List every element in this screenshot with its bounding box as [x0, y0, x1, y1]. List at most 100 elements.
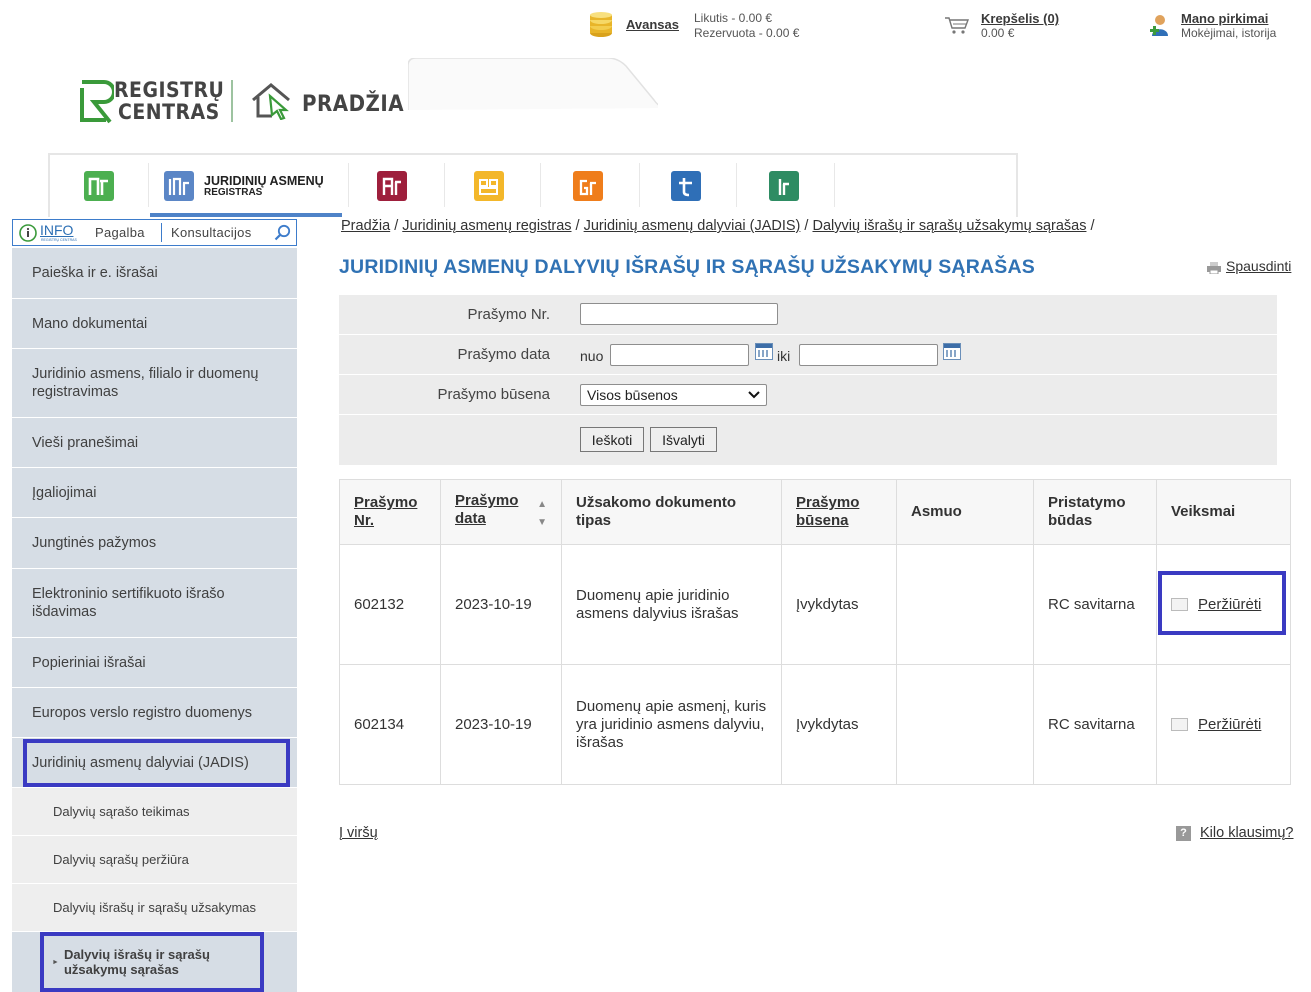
user-plus-icon — [1150, 14, 1172, 38]
home-label: PRADŽIA — [302, 92, 405, 117]
purchases-sub: Mokėjimai, istorija — [1181, 26, 1277, 40]
cell-delivery: RC savitarna — [1033, 664, 1157, 785]
filter-row-date: Prašymo data nuo iki — [339, 335, 1277, 375]
col-request-date[interactable]: ▲ ▼ Prašymo data — [440, 479, 562, 545]
sort-icon: ▲ ▼ — [537, 499, 547, 528]
question-icon: ? — [1176, 825, 1191, 841]
col-request-no[interactable]: Prašymo Nr. — [339, 479, 441, 545]
from-label: nuo — [580, 348, 604, 364]
calendar-icon[interactable] — [755, 343, 773, 360]
date-from-input[interactable] — [610, 344, 749, 366]
nt-icon — [88, 177, 108, 195]
results-table: Prašymo Nr. ▲ ▼ Prašymo data Užsakomo dokume… — [339, 479, 1291, 785]
tab-separator — [834, 163, 835, 207]
logo-divider — [231, 80, 233, 122]
table-row: 602134 2023-10-19 Duomenų apie asmenį, k… — [339, 664, 1291, 785]
filter-row-status: Prašymo būsena Visos būsenos — [339, 375, 1277, 415]
col-doc-type: Užsakomo dokumento tipas — [561, 479, 782, 545]
registru-centras-logo[interactable]: REGISTRŲ CENTRAS — [78, 78, 224, 126]
balance-info: Likutis - 0.00 € Rezervuota - 0.00 € — [694, 11, 799, 41]
purchases-link[interactable]: Mano pirkimai — [1181, 11, 1276, 26]
col-actions: Veiksmai — [1156, 479, 1291, 545]
breadcrumb-home[interactable]: Pradžia — [341, 218, 390, 234]
registry-tab-t[interactable] — [671, 171, 701, 201]
clear-button[interactable]: Išvalyti — [650, 427, 717, 452]
logo-line2: CENTRAS — [118, 100, 220, 124]
help-link[interactable]: Pagalba — [95, 225, 145, 240]
cell-request-no: 602134 — [339, 664, 441, 785]
sidebar-item-joint-certificates[interactable]: Jungtinės pažymos — [12, 518, 297, 569]
tab-separator — [736, 163, 737, 207]
view-link[interactable]: Peržiūrėti — [1198, 716, 1261, 733]
sidebar-item-paper-extracts[interactable]: Popieriniai išrašai — [12, 638, 297, 688]
ct-icon — [479, 179, 498, 195]
reserved-line: Rezervuota - 0.00 € — [694, 26, 800, 40]
registry-tab-nt[interactable] — [84, 171, 114, 201]
col-request-date-line1: Prašymo — [455, 492, 519, 509]
ja-tab-line1: JURIDINIŲ ASMENŲ — [204, 174, 324, 188]
breadcrumb: Pradžia / Juridinių asmenų registras / J… — [341, 218, 1095, 234]
sidebar-item-jadis[interactable]: Juridinių asmenų dalyviai (JADIS) — [12, 738, 297, 788]
sidebar-item-european-business-register[interactable]: Europos verslo registro duomenys — [12, 688, 297, 738]
sidebar-subitem-list-review[interactable]: Dalyvių sąrašų peržiūra — [12, 836, 297, 884]
faq-link[interactable]: ? Kilo klausimų? — [1176, 825, 1294, 841]
tab-separator — [639, 163, 640, 207]
col-status[interactable]: Prašymo būsena — [781, 479, 897, 545]
sidebar-item-my-documents[interactable]: Mano dokumentai — [12, 299, 297, 349]
filter-row-request-no: Prašymo Nr. — [339, 295, 1277, 335]
registry-tab-ar[interactable] — [377, 171, 407, 201]
balance-line: Likutis - 0.00 € — [694, 11, 773, 25]
search-icon[interactable] — [274, 224, 291, 241]
cart-sum: 0.00 € — [981, 26, 1015, 40]
registry-tab-ct[interactable] — [474, 171, 504, 201]
back-to-top-link[interactable]: Į viršų — [339, 825, 378, 841]
calendar-icon[interactable] — [943, 343, 961, 360]
registry-tab-ja[interactable]: JURIDINIŲ ASMENŲ REGISTRAS — [150, 155, 342, 217]
sidebar-item-public-notices[interactable]: Vieši pranešimai — [12, 418, 297, 468]
cell-request-no: 602132 — [339, 544, 441, 665]
avansas-link[interactable]: Avansas — [626, 17, 679, 32]
sidebar-item-search[interactable]: Paieška ir e. išrašai — [12, 248, 297, 299]
breadcrumb-current[interactable]: Dalyvių išrašų ir sąrašų užsakymų sąraša… — [812, 218, 1086, 234]
rc-logo-icon — [80, 80, 114, 124]
sidebar-item-registration[interactable]: Juridinio asmens, filialo ir duomenų reg… — [12, 349, 297, 418]
logo-line1: REGISTRŲ — [114, 78, 225, 102]
cell-doc-type: Duomenų apie asmenį, kuris yra juridinio… — [561, 664, 782, 785]
cell-person — [896, 544, 1034, 665]
sidebar-nav: Paieška ir e. išrašai Mano dokumentai Ju… — [12, 248, 297, 992]
tab-separator — [348, 163, 349, 207]
info-bar: INFO REGISTRŲ CENTRAS Pagalba Konsultaci… — [12, 219, 297, 246]
cart-link[interactable]: Krepšelis (0) — [981, 11, 1059, 26]
tab-separator — [148, 163, 149, 207]
sidebar-subitem-order-list-active[interactable]: ► Dalyvių išrašų ir sąrašų užsakymų sąra… — [12, 932, 297, 992]
ja-tab-label: JURIDINIŲ ASMENŲ REGISTRAS — [204, 175, 324, 199]
tab-separator — [540, 163, 541, 207]
print-label: Spausdinti — [1226, 258, 1292, 274]
gr-icon — [579, 179, 596, 196]
breadcrumb-jadis[interactable]: Juridinių asmenų dalyviai (JADIS) — [584, 218, 801, 234]
request-no-input[interactable] — [580, 303, 778, 325]
sidebar-subitem-list-submission[interactable]: Dalyvių sąrašo teikimas — [12, 788, 297, 836]
consult-link[interactable]: Konsultacijos — [171, 225, 252, 240]
status-select[interactable]: Visos būsenos — [580, 384, 767, 406]
status-label: Prašymo būsena — [437, 386, 550, 403]
date-label: Prašymo data — [457, 346, 550, 363]
cell-actions: Peržiūrėti — [1156, 664, 1291, 785]
sidebar-subitem-order[interactable]: Dalyvių išrašų ir sąrašų užsakymas — [12, 884, 297, 932]
view-link[interactable]: Peržiūrėti — [1198, 596, 1261, 613]
col-request-no-line2: Nr. — [354, 512, 375, 529]
info-label[interactable]: INFO — [40, 222, 73, 238]
sidebar-item-authorizations[interactable]: Įgaliojimai — [12, 468, 297, 518]
col-status-line1: Prašymo — [796, 494, 860, 511]
registry-tab-gr[interactable] — [573, 171, 603, 201]
cart-icon — [944, 15, 970, 35]
home-icon — [252, 83, 290, 120]
date-to-input[interactable] — [799, 344, 938, 366]
sidebar-item-e-certified-extract[interactable]: Elektroninio sertifikuoto išrašo išdavim… — [12, 569, 297, 638]
cell-doc-type: Duomenų apie juridinio asmens dalyvius i… — [561, 544, 782, 665]
info-icon — [19, 224, 37, 242]
print-link[interactable]: Spausdinti — [1206, 258, 1292, 275]
breadcrumb-registry[interactable]: Juridinių asmenų registras — [402, 218, 571, 234]
registry-tab-ir[interactable] — [769, 171, 799, 201]
search-button[interactable]: Ieškoti — [580, 427, 644, 452]
